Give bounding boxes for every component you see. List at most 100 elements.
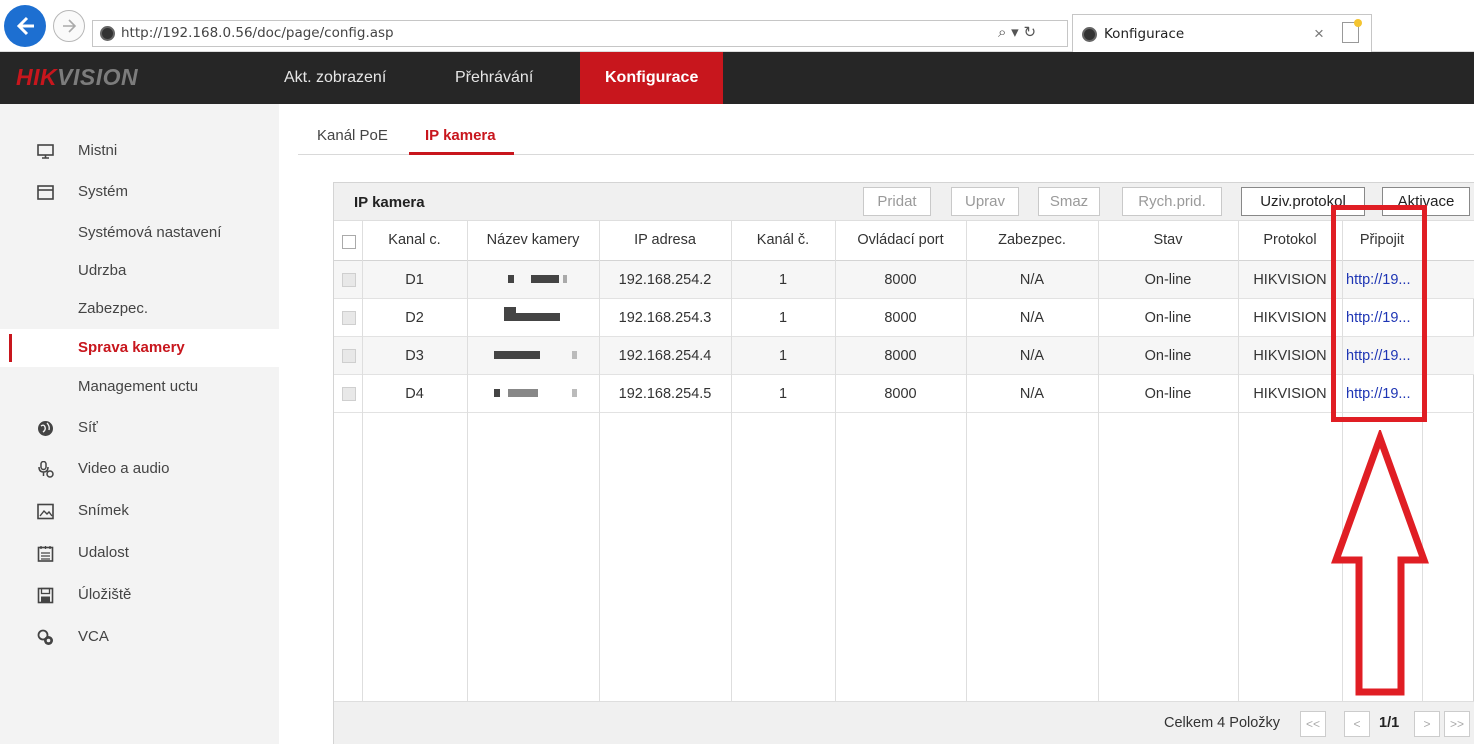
sidebar-item-label: Systémová nastavení xyxy=(78,224,222,241)
nav-live-view[interactable]: Akt. zobrazení xyxy=(284,52,386,104)
cell-channel-no: 1 xyxy=(778,272,788,288)
forward-button[interactable] xyxy=(53,10,85,42)
column-header: IP adresa xyxy=(634,232,696,248)
sidebar-item-label: Úložiště xyxy=(78,586,132,603)
redacted-name xyxy=(563,275,567,283)
sidebar-item-label: Video a audio xyxy=(78,460,170,477)
column-header: Název kamery xyxy=(486,232,580,248)
table-row[interactable]: D3 192.168.254.4 1 8000 N/A On-line HIKV… xyxy=(334,337,1474,375)
tab-poe-channel[interactable]: Kanál PoE xyxy=(317,127,388,144)
next-page-button[interactable]: > xyxy=(1414,711,1440,737)
edit-button[interactable]: Uprav xyxy=(951,187,1019,216)
globe-icon xyxy=(38,421,53,436)
cell-ip: 192.168.254.4 xyxy=(618,348,712,364)
panel-toolbar: IP kamera Pridat Uprav Smaz Rych.prid. U… xyxy=(334,183,1474,221)
ip-camera-panel: IP kamera Pridat Uprav Smaz Rych.prid. U… xyxy=(333,182,1474,744)
cell-security: N/A xyxy=(1019,348,1045,364)
table-row[interactable]: D1 192.168.254.2 1 8000 N/A On-line HIKV… xyxy=(334,261,1474,299)
table-header: Kanal c. Název kamery IP adresa Kanál č.… xyxy=(334,221,1474,261)
sidebar-item-storage[interactable]: Úložiště xyxy=(0,576,279,614)
browser-toolbar: http://192.168.0.56/doc/page/config.asp … xyxy=(0,0,1474,52)
column-header: Kanál č. xyxy=(756,232,810,248)
redacted-name xyxy=(504,307,516,321)
row-checkbox[interactable] xyxy=(342,349,356,363)
arrow-left-icon xyxy=(16,16,34,36)
address-bar[interactable]: http://192.168.0.56/doc/page/config.asp … xyxy=(92,20,1068,47)
row-checkbox[interactable] xyxy=(342,311,356,325)
cell-port: 8000 xyxy=(884,272,917,288)
sidebar-item-label: Zabezpec. xyxy=(78,300,149,317)
sidebar-item-label: Udalost xyxy=(78,544,129,561)
hikvision-logo: HIKVISION xyxy=(16,64,139,90)
sidebar-item-image[interactable]: Snímek xyxy=(0,492,279,530)
sidebar-item-vca[interactable]: VCA xyxy=(0,618,279,656)
column-header: Kanal c. xyxy=(388,232,441,248)
column-divider xyxy=(1238,221,1239,701)
app-header: HIKVISION Akt. zobrazení Přehrávání Konf… xyxy=(0,52,1474,104)
first-page-button[interactable]: << xyxy=(1300,711,1326,737)
column-divider xyxy=(467,221,468,701)
prev-page-button[interactable]: < xyxy=(1344,711,1370,737)
sidebar-item-security[interactable]: Zabezpec. xyxy=(0,290,279,328)
cell-channel-no: 1 xyxy=(778,386,788,402)
cell-channel-no: 1 xyxy=(778,348,788,364)
select-all-checkbox[interactable] xyxy=(342,235,356,249)
back-button[interactable] xyxy=(4,5,46,47)
column-header: Protokol xyxy=(1263,232,1317,248)
calendar-icon xyxy=(37,546,54,562)
sidebar-item-maintenance[interactable]: Udrzba xyxy=(0,252,279,290)
table-row[interactable]: D2 192.168.254.3 1 8000 N/A On-line HIKV… xyxy=(334,299,1474,337)
column-divider xyxy=(731,221,732,701)
cell-status: On-line xyxy=(1144,272,1192,288)
vca-icon xyxy=(37,629,53,645)
cell-status: On-line xyxy=(1144,310,1192,326)
sidebar-item-user-management[interactable]: Management uctu xyxy=(0,368,279,406)
table-row[interactable]: D4 192.168.254.5 1 8000 N/A On-line HIKV… xyxy=(334,375,1474,413)
sidebar-item-label: Management uctu xyxy=(78,378,199,395)
cell-security: N/A xyxy=(1019,272,1045,288)
sidebar-item-system-settings[interactable]: Systémová nastavení xyxy=(0,214,279,252)
sidebar-item-system[interactable]: Systém xyxy=(0,173,279,211)
sidebar-item-local[interactable]: Mistni xyxy=(0,132,279,170)
tab-ip-camera[interactable]: IP kamera xyxy=(425,127,496,144)
cell-protocol: HIKVISION xyxy=(1253,386,1327,402)
nav-playback[interactable]: Přehrávání xyxy=(455,52,533,104)
row-checkbox[interactable] xyxy=(342,387,356,401)
delete-button[interactable]: Smaz xyxy=(1038,187,1100,216)
redacted-name xyxy=(531,275,559,283)
site-favicon-icon xyxy=(100,26,115,41)
column-divider xyxy=(966,221,967,701)
image-icon xyxy=(37,503,54,520)
tab-close-icon[interactable]: × xyxy=(1314,24,1324,44)
column-divider xyxy=(362,221,363,701)
cell-ip: 192.168.254.5 xyxy=(618,386,712,402)
sidebar-item-network[interactable]: Síť xyxy=(0,409,279,447)
search-refresh-icon[interactable]: ⌕ ▾ ↻ xyxy=(998,23,1036,41)
tab-favicon-icon xyxy=(1082,27,1097,42)
redacted-name xyxy=(508,275,514,283)
quick-add-button[interactable]: Rych.prid. xyxy=(1122,187,1222,216)
browser-tab[interactable]: Konfigurace × xyxy=(1072,14,1372,52)
save-icon xyxy=(37,587,54,604)
cell-ip: 192.168.254.2 xyxy=(618,272,712,288)
redacted-name xyxy=(572,389,577,397)
new-tab-icon[interactable] xyxy=(1342,19,1362,43)
sidebar-item-label: Snímek xyxy=(78,502,129,519)
arrow-right-icon xyxy=(63,19,77,33)
cell-security: N/A xyxy=(1019,310,1045,326)
cell-status: On-line xyxy=(1144,386,1192,402)
cell-port: 8000 xyxy=(884,348,917,364)
annotation-arrow-icon xyxy=(1331,430,1429,696)
nav-configuration[interactable]: Konfigurace xyxy=(580,52,724,104)
row-checkbox[interactable] xyxy=(342,273,356,287)
url-text: http://192.168.0.56/doc/page/config.asp xyxy=(121,25,394,41)
sidebar-item-video-audio[interactable]: Video a audio xyxy=(0,450,279,488)
sidebar-item-event[interactable]: Udalost xyxy=(0,534,279,572)
cell-port: 8000 xyxy=(884,386,917,402)
add-button[interactable]: Pridat xyxy=(863,187,931,216)
column-header: Ovládací port xyxy=(857,232,944,248)
last-page-button[interactable]: >> xyxy=(1444,711,1470,737)
sidebar-item-camera-management[interactable]: Sprava kamery xyxy=(0,329,279,367)
column-divider xyxy=(1098,221,1099,701)
column-divider xyxy=(835,221,836,701)
